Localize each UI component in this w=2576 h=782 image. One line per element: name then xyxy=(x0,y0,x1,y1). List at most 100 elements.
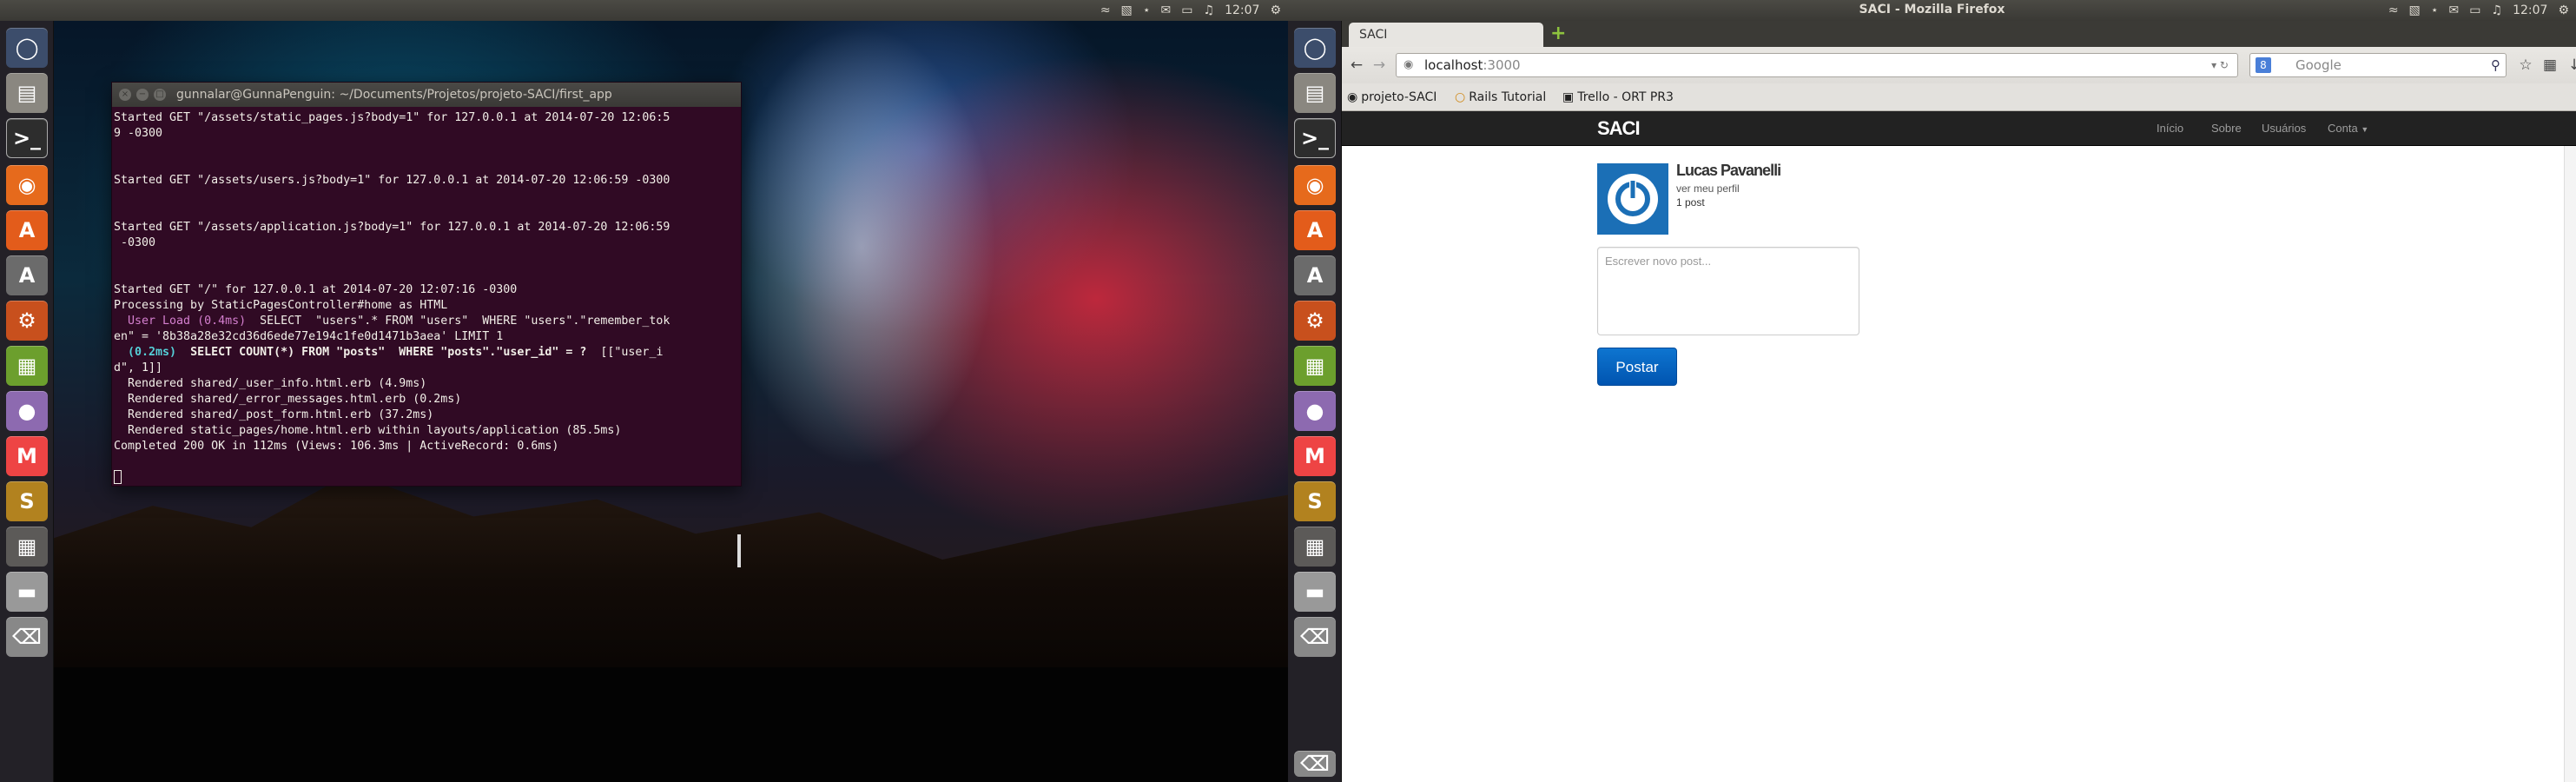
avatar[interactable] xyxy=(1597,163,1668,235)
page-scrollbar[interactable] xyxy=(2564,146,2576,782)
tab-title: SACI xyxy=(1359,28,1388,42)
profile-link[interactable]: ver meu perfil xyxy=(1676,182,1740,195)
mail-icon[interactable]: ✉ xyxy=(2449,2,2460,19)
keyboard-icon[interactable]: ▧ xyxy=(1121,2,1133,19)
sphere-app-icon[interactable]: ● xyxy=(6,391,48,431)
keyboard-icon[interactable]: ▧ xyxy=(2409,2,2421,19)
web-page: SACI Início Sobre Usuários Conta ▼ Lucas… xyxy=(1342,111,2576,782)
close-icon[interactable]: × xyxy=(119,89,131,101)
bluetooth-icon[interactable]: ⋆ xyxy=(2431,2,2439,19)
battery-icon[interactable]: ▭ xyxy=(2469,2,2480,19)
tab-saci[interactable]: SACI xyxy=(1349,23,1543,47)
terminal-icon[interactable]: >_ xyxy=(1294,118,1336,158)
gmail-icon[interactable]: M xyxy=(1294,436,1336,476)
left-screen: ≈ ▧ ⋆ ✉ ▭ ♫ 12:07 ⚙ ◯ ▤ >_ ◉ A A ⚙ ▦ ● M… xyxy=(0,0,1288,782)
launcher: ◯ ▤ >_ ◉ A A ⚙ ▦ ● M S ▦ ▬ ⌫ ⌫ xyxy=(1288,21,1342,782)
bluetooth-icon[interactable]: ⋆ xyxy=(1143,2,1151,19)
rendered-lines: Rendered shared/_user_info.html.erb (4.9… xyxy=(114,377,621,453)
bookmark-trello[interactable]: ▣ Trello - ORT PR3 xyxy=(1562,83,1674,111)
settings-icon[interactable]: ⚙ xyxy=(1294,301,1336,341)
trash-bottom-icon[interactable]: ⌫ xyxy=(1294,751,1336,777)
postar-button[interactable]: Postar xyxy=(1597,348,1677,386)
bookmark-rails-tutorial[interactable]: ○ Rails Tutorial xyxy=(1455,83,1546,111)
rails-icon: ○ xyxy=(1455,90,1466,104)
nav-usuarios[interactable]: Usuários xyxy=(2262,111,2306,146)
trash-icon[interactable]: ⌫ xyxy=(6,617,48,657)
url-bar[interactable]: ◉ localhost:3000 ▾ ↻ xyxy=(1396,53,2238,77)
settings-icon[interactable]: ⚙ xyxy=(6,301,48,341)
workspaces-icon[interactable]: ▦ xyxy=(6,346,48,386)
caret-down-icon: ▼ xyxy=(2361,125,2369,134)
sql-userload-text-2: en" = '8b38a28e32cd36d6ede77e194c1fe0d14… xyxy=(114,330,504,343)
wifi-icon[interactable]: ≈ xyxy=(1100,2,1111,19)
url-port: :3000 xyxy=(1483,57,1521,73)
brand-logo[interactable]: SACI xyxy=(1597,111,1641,146)
volume-icon[interactable]: ♫ xyxy=(1204,2,1215,19)
back-icon[interactable]: ← xyxy=(1345,54,1368,76)
workspace-switcher-icon[interactable]: ▦ xyxy=(1294,527,1336,567)
terminal-line: Processing by StaticPagesController#home… xyxy=(114,299,448,312)
maximize-icon[interactable]: □ xyxy=(154,89,166,101)
gear-icon[interactable]: ⚙ xyxy=(1270,2,1281,19)
firefox-icon[interactable]: ◉ xyxy=(6,165,48,205)
sql-count-tail: [["user_i xyxy=(586,346,664,359)
search-icon[interactable]: ⚲ xyxy=(2491,54,2500,76)
gmail-icon[interactable]: M xyxy=(6,436,48,476)
sublime-icon[interactable]: S xyxy=(6,481,48,521)
sphere-app-icon[interactable]: ● xyxy=(1294,391,1336,431)
terminal-line: -0300 xyxy=(121,236,156,249)
mail-icon[interactable]: ✉ xyxy=(1161,2,1172,19)
forward-icon[interactable]: → xyxy=(1368,54,1390,76)
sublime-icon[interactable]: S xyxy=(1294,481,1336,521)
drive-icon[interactable]: ▬ xyxy=(6,572,48,612)
sql-count-text-2: d", 1]] xyxy=(114,361,163,374)
system-tray: ≈ ▧ ⋆ ✉ ▭ ♫ 12:07 ⚙ xyxy=(1100,2,1281,19)
drive-icon[interactable]: ▬ xyxy=(1294,572,1336,612)
terminal-titlebar[interactable]: × − □ gunnalar@GunnaPenguin: ~/Documents… xyxy=(112,83,741,107)
wifi-icon[interactable]: ≈ xyxy=(2388,2,2399,19)
minimize-icon[interactable]: − xyxy=(136,89,149,101)
google-icon: 8 xyxy=(2256,57,2271,73)
new-post-textarea[interactable]: Escrever novo post... xyxy=(1597,247,1859,335)
workspaces-icon[interactable]: ▦ xyxy=(1294,346,1336,386)
clock[interactable]: 12:07 xyxy=(2513,2,2547,19)
dash-icon[interactable]: ◯ xyxy=(1294,28,1336,68)
software-center-icon[interactable]: A xyxy=(1294,210,1336,250)
bookmark-projeto-saci[interactable]: ◉ projeto-SACI xyxy=(1347,83,1437,111)
files-icon[interactable]: ▤ xyxy=(6,73,48,113)
terminal-output[interactable]: Started GET "/assets/static_pages.js?bod… xyxy=(112,107,741,486)
battery-icon[interactable]: ▭ xyxy=(1181,2,1192,19)
bookmark-star-icon[interactable]: ☆ xyxy=(2514,54,2537,76)
volume-icon[interactable]: ♫ xyxy=(2492,2,2503,19)
terminal-scrollbar[interactable] xyxy=(737,534,741,567)
gear-icon[interactable]: ⚙ xyxy=(2558,2,2569,19)
terminal-icon[interactable]: >_ xyxy=(6,118,48,158)
terminal-window[interactable]: × − □ gunnalar@GunnaPenguin: ~/Documents… xyxy=(111,82,742,567)
globe-icon: ◉ xyxy=(1404,58,1414,71)
updates-icon[interactable]: A xyxy=(6,255,48,295)
bookmarks-menu-icon[interactable]: ▦ xyxy=(2539,54,2561,76)
nav-conta[interactable]: Conta ▼ xyxy=(2328,111,2368,147)
reload-icon[interactable]: ▾ ↻ xyxy=(2211,54,2229,76)
post-count: 1 post xyxy=(1676,196,1705,209)
navigation-toolbar: ← → ◉ localhost:3000 ▾ ↻ 8 Google ⚲ ☆ ▦ … xyxy=(1342,47,2576,83)
software-center-icon[interactable]: A xyxy=(6,210,48,250)
downloads-icon[interactable]: ↓ xyxy=(2563,54,2576,76)
new-tab-icon[interactable]: + xyxy=(1550,24,1566,43)
window-title: SACI - Mozilla Firefox xyxy=(1859,3,2005,17)
clock[interactable]: 12:07 xyxy=(1225,2,1259,19)
firefox-icon[interactable]: ◉ xyxy=(1294,165,1336,205)
terminal-line: Started GET "/" for 127.0.0.1 at 2014-07… xyxy=(114,283,518,296)
updates-icon[interactable]: A xyxy=(1294,255,1336,295)
trash-icon[interactable]: ⌫ xyxy=(1294,617,1336,657)
workspace-switcher-icon[interactable]: ▦ xyxy=(6,527,48,567)
terminal-line: 9 -0300 xyxy=(114,127,163,140)
power-icon xyxy=(1608,174,1658,224)
search-bar[interactable]: 8 Google ⚲ xyxy=(2249,53,2507,77)
nav-inicio[interactable]: Início xyxy=(2157,111,2183,146)
files-icon[interactable]: ▤ xyxy=(1294,73,1336,113)
nav-sobre[interactable]: Sobre xyxy=(2211,111,2242,146)
dash-icon[interactable]: ◯ xyxy=(6,28,48,68)
nav-conta-label: Conta xyxy=(2328,122,2358,135)
user-name[interactable]: Lucas Pavanelli xyxy=(1676,162,1781,180)
